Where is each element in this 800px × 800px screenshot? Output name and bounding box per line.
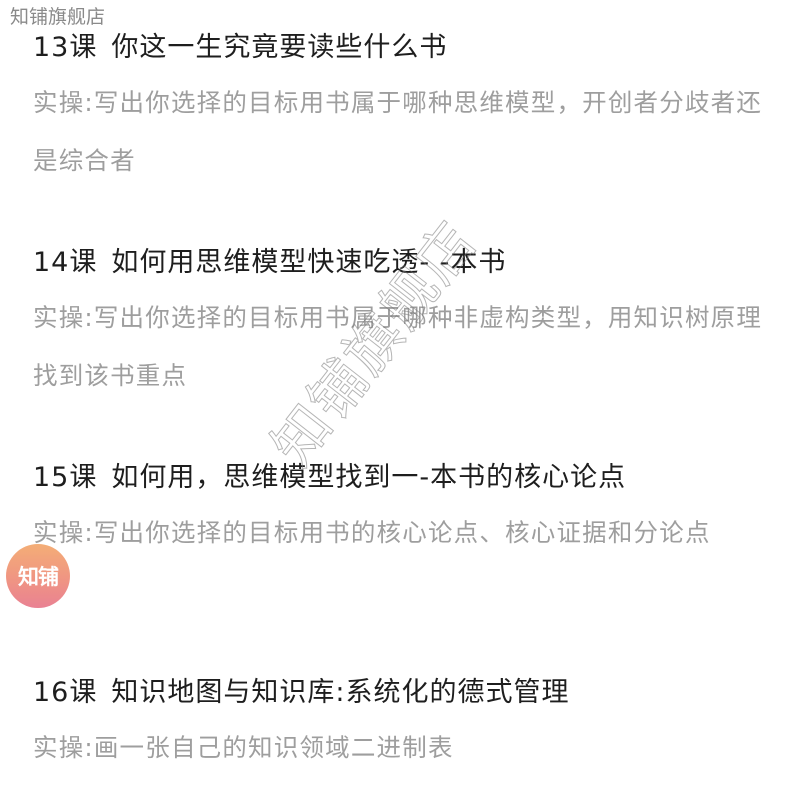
lesson-practice: 实操:写出你选择的目标用书属于哪种非虚构类型，用知识树原理找到该书重点 bbox=[33, 303, 763, 390]
lesson-title-text: 如何用思维模型快速吃透- -本书 bbox=[111, 247, 507, 278]
store-watermark: 知铺旗舰店 bbox=[10, 6, 106, 28]
lesson-practice: 实操:画一张自己的知识领域二进制表 bbox=[33, 733, 454, 762]
lesson-number: 15课 bbox=[33, 462, 98, 493]
lesson-15: 15课 如何用，思维模型找到一-本书的核心论点 实操:写出你选择的目标用书的核心论… bbox=[33, 458, 783, 562]
lesson-title-text: 知识地图与知识库:系统化的德式管理 bbox=[111, 677, 570, 708]
lesson-title: 14课 如何用思维模型快速吃透- -本书 bbox=[33, 243, 783, 283]
lesson-title: 13课 你这一生究竟要读些什么书 bbox=[33, 28, 783, 68]
lesson-title: 16课 知识地图与知识库:系统化的德式管理 bbox=[33, 673, 783, 713]
lesson-number: 14课 bbox=[33, 247, 98, 278]
lesson-number: 16课 bbox=[33, 677, 98, 708]
lesson-14: 14课 如何用思维模型快速吃透- -本书 实操:写出你选择的目标用书属于哪种非虚构… bbox=[33, 243, 783, 405]
lesson-number: 13课 bbox=[33, 32, 98, 63]
lesson-title-text: 如何用，思维模型找到一-本书的核心论点 bbox=[111, 462, 627, 493]
store-badge[interactable]: 知铺 bbox=[6, 544, 70, 608]
lesson-title-text: 你这一生究竟要读些什么书 bbox=[111, 32, 448, 63]
lesson-title: 15课 如何用，思维模型找到一-本书的核心论点 bbox=[33, 458, 783, 498]
lesson-16: 16课 知识地图与知识库:系统化的德式管理 实操:画一张自己的知识领域二进制表 bbox=[33, 673, 783, 777]
lesson-practice: 实操:写出你选择的目标用书属于哪种思维模型，开创者分歧者还是综合者 bbox=[33, 88, 763, 175]
lesson-practice: 实操:写出你选择的目标用书的核心论点、核心证据和分论点 bbox=[33, 518, 711, 547]
lesson-13: 13课 你这一生究竟要读些什么书 实操:写出你选择的目标用书属于哪种思维模型，开创… bbox=[33, 28, 783, 190]
